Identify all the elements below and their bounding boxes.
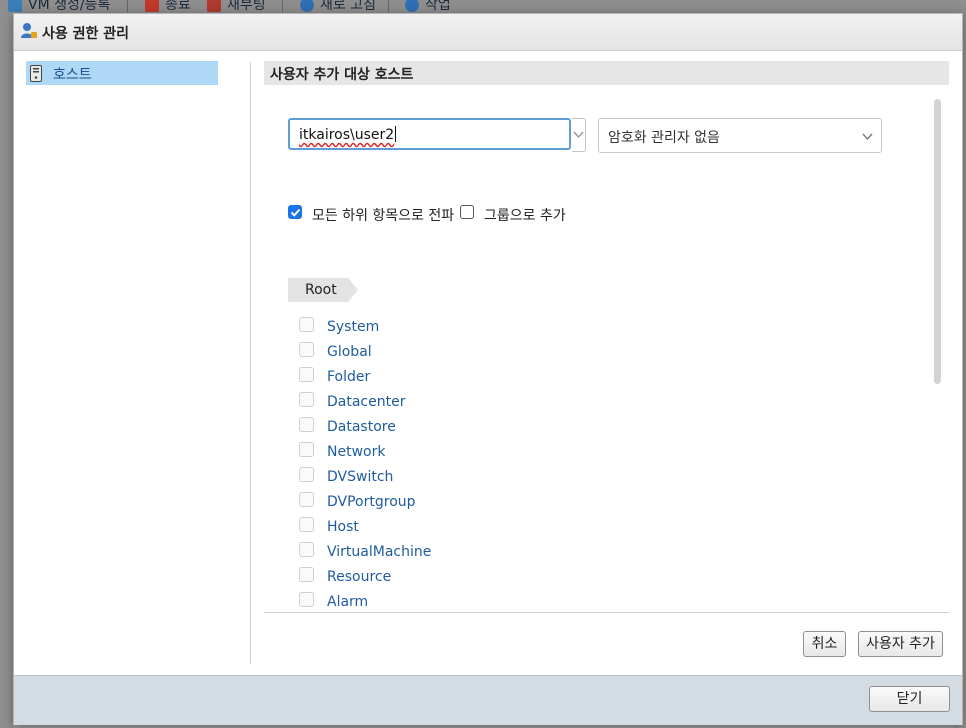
reboot-button: 재부팅 (207, 0, 266, 14)
list-item[interactable]: Datastore (299, 417, 599, 442)
background-toolbar: VM 생성/등록 종료 재부팅 새로 고침 작업 (0, 0, 966, 14)
privilege-root-label: Root (305, 282, 337, 298)
list-item[interactable]: DVSwitch (299, 467, 599, 492)
privilege-label: Network (327, 444, 386, 460)
manage-permissions-dialog: 사용 권한 관리 호스트 사용자 추가 대상 호스트 itkairos\user… (13, 13, 963, 725)
privilege-checkbox[interactable] (299, 317, 314, 332)
reboot-icon (207, 0, 221, 12)
privilege-checkbox[interactable] (299, 417, 314, 432)
privilege-label: Global (327, 344, 372, 360)
privilege-checkbox[interactable] (299, 542, 314, 557)
nav-item-host[interactable]: 호스트 (26, 61, 218, 85)
privilege-checkbox[interactable] (299, 467, 314, 482)
list-item[interactable]: Resource (299, 567, 599, 592)
add-as-group-checkbox[interactable] (460, 205, 474, 219)
user-input-value: itkairos\user2 (299, 127, 395, 143)
privilege-checkbox[interactable] (299, 367, 314, 382)
toolbar-separator (127, 0, 128, 12)
dialog-title: 사용 권한 관리 (42, 26, 130, 42)
privilege-list: System Global Folder Datacenter Datastor… (299, 317, 599, 617)
chevron-down-icon (862, 133, 873, 141)
cancel-button[interactable]: 취소 (803, 631, 846, 657)
vm-create-icon (8, 0, 22, 12)
privilege-label: Datacenter (327, 394, 406, 410)
privilege-label: Folder (327, 369, 371, 385)
toolbar-separator (282, 0, 283, 12)
host-icon (30, 65, 42, 82)
privilege-checkbox[interactable] (299, 342, 314, 357)
list-item[interactable]: Global (299, 342, 599, 367)
propagate-checkbox[interactable] (288, 205, 302, 219)
role-select[interactable]: 암호화 관리자 없음 (598, 118, 882, 153)
gear-icon (405, 0, 419, 12)
privilege-label: Host (327, 519, 359, 535)
background-left-pane (0, 14, 13, 728)
text-cursor (395, 126, 397, 142)
privilege-label: DVPortgroup (327, 494, 416, 510)
close-button[interactable]: 닫기 (869, 686, 950, 712)
pane-divider (250, 62, 251, 664)
dialog-footer: 닫기 (14, 675, 962, 725)
add-as-group-label: 그룹으로 추가 (484, 208, 566, 224)
privilege-label: Alarm (327, 594, 369, 610)
refresh-button: 새로 고침 (300, 0, 376, 14)
privilege-label: VirtualMachine (327, 544, 432, 560)
privilege-checkbox[interactable] (299, 392, 314, 407)
privilege-label: System (327, 319, 380, 335)
actions-button: 작업 (405, 0, 451, 14)
list-item[interactable]: Folder (299, 367, 599, 392)
user-permissions-icon (21, 23, 37, 38)
privilege-checkbox[interactable] (299, 567, 314, 582)
propagate-label: 모든 하위 항목으로 전파 (312, 208, 455, 224)
dialog-title-bar: 사용 권한 관리 (14, 14, 962, 51)
add-user-button[interactable]: 사용자 추가 (858, 631, 943, 657)
privilege-checkbox[interactable] (299, 592, 314, 607)
chevron-down-icon (573, 131, 584, 139)
list-item[interactable]: DVPortgroup (299, 492, 599, 517)
section-header: 사용자 추가 대상 호스트 (264, 61, 949, 85)
list-item[interactable]: Network (299, 442, 599, 467)
user-dropdown-button[interactable] (572, 118, 586, 152)
privilege-label: Resource (327, 569, 392, 585)
privilege-root-breadcrumb[interactable]: Root (288, 278, 358, 302)
actions-divider (264, 612, 949, 613)
privilege-checkbox[interactable] (299, 442, 314, 457)
privilege-checkbox[interactable] (299, 517, 314, 532)
privilege-label: DVSwitch (327, 469, 394, 485)
nav-item-host-label: 호스트 (53, 67, 92, 83)
vm-create-button: VM 생성/등록 (8, 0, 110, 14)
privilege-label: Datastore (327, 419, 396, 435)
section-title: 사용자 추가 대상 호스트 (270, 67, 414, 83)
toolbar-separator (388, 0, 389, 12)
privilege-checkbox[interactable] (299, 492, 314, 507)
list-item[interactable]: VirtualMachine (299, 542, 599, 567)
list-item[interactable]: Alarm (299, 592, 599, 617)
list-item[interactable]: Host (299, 517, 599, 542)
checkmark-icon (290, 208, 301, 217)
list-item[interactable]: Datacenter (299, 392, 599, 417)
list-item[interactable]: System (299, 317, 599, 342)
refresh-icon (300, 0, 314, 12)
privileges-scrollbar[interactable] (934, 99, 941, 384)
role-select-value: 암호화 관리자 없음 (608, 130, 720, 146)
user-input[interactable]: itkairos\user2 (288, 118, 571, 150)
power-off-icon (145, 0, 159, 12)
power-off-button: 종료 (145, 0, 191, 14)
